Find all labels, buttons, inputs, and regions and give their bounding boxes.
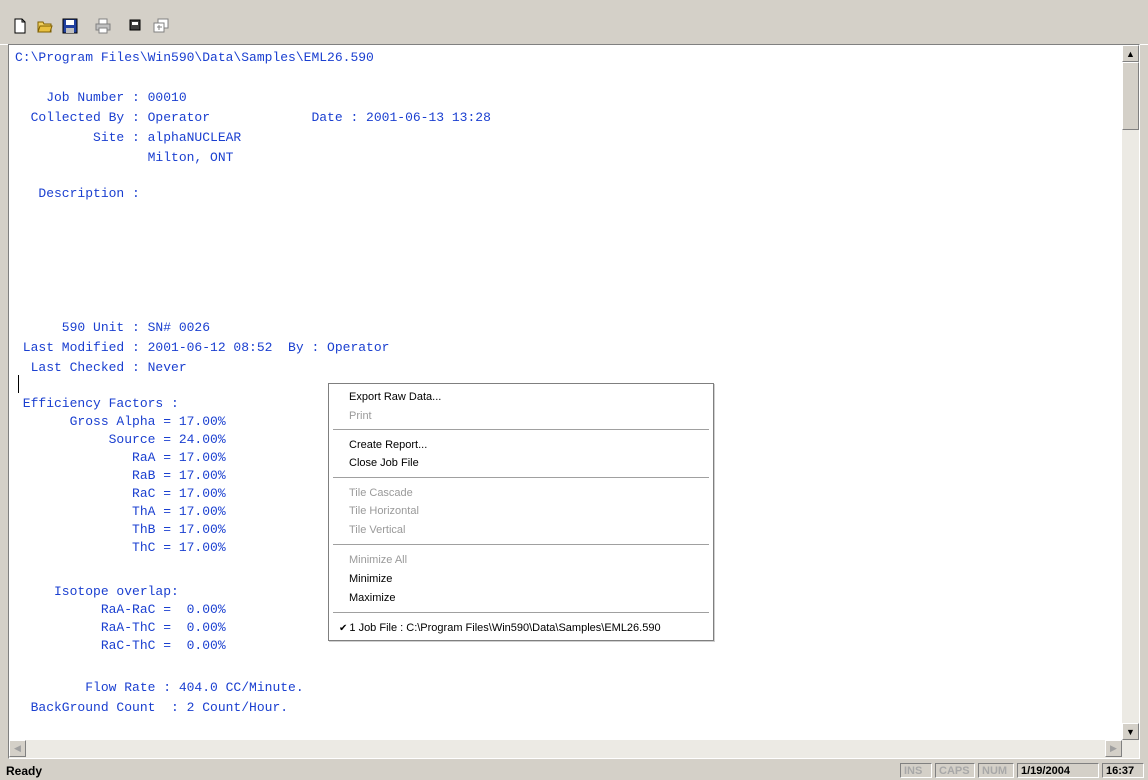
site-location-line: Milton, ONT [15,150,234,165]
site-line: Site : alphaNUCLEAR [15,130,242,145]
vertical-scrollbar[interactable]: ▲ ▼ [1122,45,1139,740]
menu-item-close-job-file[interactable]: Close Job File [349,454,419,472]
window-icon[interactable] [149,15,172,38]
caps-indicator: CAPS [935,763,975,778]
status-text: Ready [6,764,43,778]
tha-line: ThA = 17.00% [15,504,226,519]
time-indicator: 16:37 [1102,763,1144,778]
menu-separator [333,429,709,430]
menu-item-tile-horizontal[interactable]: Tile Horizontal [349,502,419,520]
rac-thc-line: RaC-ThC = 0.00% [15,638,226,653]
menu-item-job-file-label: 1 Job File : C:\Program Files\Win590\Dat… [349,622,661,634]
menu-item-tile-cascade[interactable]: Tile Cascade [349,484,413,502]
menu-item-print[interactable]: Print [349,407,372,425]
thc-line: ThC = 17.00% [15,540,226,555]
scroll-right-icon[interactable]: ▶ [1105,740,1122,757]
description-line: Description : [15,186,140,201]
cut-icon[interactable] [124,15,147,38]
save-icon[interactable] [58,15,81,38]
background-count-line: BackGround Count : 2 Count/Hour. [15,700,289,715]
raa-line: RaA = 17.00% [15,450,226,465]
unit-line: 590 Unit : SN# 0026 [15,320,211,335]
last-modified-line: Last Modified : 2001-06-12 08:52 By : Op… [15,340,390,355]
rac-line: RaC = 17.00% [15,486,226,501]
menu-separator [333,612,709,613]
new-icon[interactable] [8,15,31,38]
job-number-line: Job Number : 00010 [15,90,187,105]
efficiency-factors-heading: Efficiency Factors : [15,396,179,411]
horizontal-scrollbar[interactable]: ◀ ▶ [9,740,1139,758]
flow-rate-line: Flow Rate : 404.0 CC/Minute. [15,680,304,695]
text-caret [18,375,19,393]
date-indicator: 1/19/2004 [1017,763,1099,778]
num-indicator: NUM [978,763,1014,778]
menu-item-tile-vertical[interactable]: Tile Vertical [349,521,405,539]
context-menu: Export Raw Data... Print Create Report..… [328,383,714,641]
menu-item-export-raw-data[interactable]: Export Raw Data... [349,388,441,406]
scroll-left-icon[interactable]: ◀ [9,740,26,757]
raa-thc-line: RaA-ThC = 0.00% [15,620,226,635]
scroll-up-icon[interactable]: ▲ [1122,45,1139,62]
scroll-down-icon[interactable]: ▼ [1122,723,1139,740]
last-checked-line: Last Checked : Never [15,360,187,375]
menu-item-maximize[interactable]: Maximize [349,589,395,607]
thb-line: ThB = 17.00% [15,522,226,537]
menu-item-minimize-all[interactable]: Minimize All [349,551,407,569]
toolbar [0,0,1148,45]
file-path: C:\Program Files\Win590\Data\Samples\EML… [15,50,374,65]
open-icon[interactable] [33,15,56,38]
vertical-scroll-thumb[interactable] [1122,62,1139,130]
menu-item-create-report[interactable]: Create Report... [349,436,427,454]
status-bar: Ready INS CAPS NUM 1/19/2004 16:37 [0,762,1148,780]
menu-separator [333,477,709,478]
raa-rac-line: RaA-RaC = 0.00% [15,602,226,617]
checkmark-icon: ✔ [339,623,348,634]
ins-indicator: INS [900,763,932,778]
menu-item-minimize[interactable]: Minimize [349,570,392,588]
source-line: Source = 24.00% [15,432,226,447]
toolbar-strip [8,14,174,38]
gross-alpha-line: Gross Alpha = 17.00% [15,414,226,429]
collected-by-line: Collected By : Operator Date : 2001-06-1… [15,110,491,125]
print-icon[interactable] [91,15,114,38]
rab-line: RaB = 17.00% [15,468,226,483]
menu-item-job-file[interactable]: ✔ 1 Job File : C:\Program Files\Win590\Da… [339,619,661,637]
menu-separator [333,544,709,545]
isotope-overlap-heading: Isotope overlap: [15,584,179,599]
